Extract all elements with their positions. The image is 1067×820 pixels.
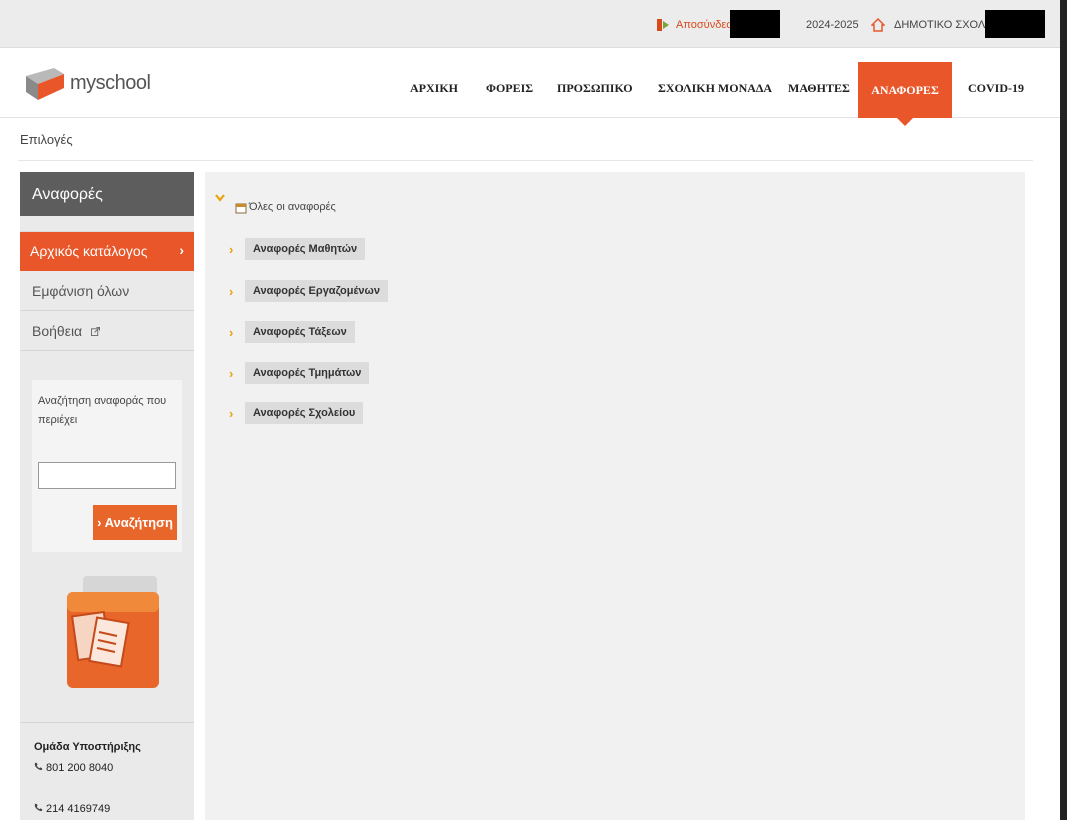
- search-panel: Αναζήτηση αναφοράς που περιέχει › Αναζήτ…: [32, 380, 182, 552]
- tree-item-school-reports[interactable]: › Αναφορές Σχολείου: [229, 400, 364, 426]
- logout-icon: [657, 19, 669, 31]
- redacted-username: [730, 10, 780, 38]
- chevron-right-icon: ›: [229, 324, 234, 340]
- search-input[interactable]: [38, 462, 176, 489]
- tree-item-label: Αναφορές Τάξεων: [245, 321, 355, 343]
- main-nav: myschool ΑΡΧΙΚΗ ΦΟΡΕΙΣ ΠΡΟΣΩΠΙΚΟ ΣΧΟΛΙΚΗ…: [0, 48, 1060, 126]
- redacted-school: [985, 10, 1045, 38]
- nav-agencies[interactable]: ΦΟΡΕΙΣ: [486, 81, 533, 96]
- tree-item-section-reports[interactable]: › Αναφορές Τμημάτων: [229, 360, 370, 386]
- tree-item-label: Αναφορές Τμημάτων: [245, 362, 370, 384]
- nav-school-unit[interactable]: ΣΧΟΛΙΚΗ ΜΟΝΑΔΑ: [658, 81, 772, 96]
- search-button[interactable]: › Αναζήτηση: [93, 505, 177, 540]
- phone-icon: [34, 803, 43, 812]
- external-link-icon: [91, 327, 101, 336]
- logout-link[interactable]: Αποσύνδεση: [656, 18, 739, 32]
- nav-staff[interactable]: ΠΡΟΣΩΠΙΚΟ: [557, 81, 633, 96]
- tree-item-student-reports[interactable]: › Αναφορές Μαθητών: [229, 236, 366, 262]
- tree-item-class-reports[interactable]: › Αναφορές Τάξεων: [229, 319, 355, 345]
- logo[interactable]: myschool: [24, 66, 151, 100]
- top-utility-bar: Αποσύνδεση 2024-2025 ΔΗΜΟΤΙΚΟ ΣΧΟΛΕΙΟ: [0, 0, 1060, 48]
- tree-item-label: Αναφορές Εργαζομένων: [245, 280, 388, 302]
- chevron-down-icon[interactable]: [215, 194, 225, 202]
- chevron-right-icon: ›: [179, 242, 184, 258]
- chevron-right-icon: ›: [229, 283, 234, 299]
- sidebar: Αναφορές Αρχικός κατάλογος › Εμφάνιση όλ…: [20, 172, 194, 820]
- divider: [18, 160, 1033, 161]
- logo-text: myschool: [70, 71, 151, 94]
- sidebar-item-main-catalog[interactable]: Αρχικός κατάλογος ›: [20, 231, 194, 271]
- nav-home[interactable]: ΑΡΧΙΚΗ: [410, 81, 458, 96]
- sidebar-item-label: Αρχικός κατάλογος: [30, 243, 148, 259]
- nav-students[interactable]: ΜΑΘΗΤΕΣ: [788, 81, 850, 96]
- phone-1-text: 801 200 8040: [46, 762, 114, 774]
- tree-item-label: Αναφορές Σχολείου: [245, 402, 364, 424]
- tree-item-employee-reports[interactable]: › Αναφορές Εργαζομένων: [229, 278, 388, 304]
- sidebar-title: Αναφορές: [20, 172, 194, 216]
- reports-tree-panel: Όλες οι αναφορές › Αναφορές Μαθητών › Αν…: [205, 172, 1025, 820]
- home-icon: [871, 18, 885, 32]
- phone-icon: [34, 762, 43, 771]
- chevron-right-icon: ›: [229, 405, 234, 421]
- window-edge: [1060, 0, 1067, 820]
- support-phone-1: 801 200 8040: [34, 762, 113, 774]
- tree-item-label: Αναφορές Μαθητών: [245, 238, 366, 260]
- myschool-logo-icon: [26, 68, 64, 100]
- chevron-right-icon: ›: [229, 365, 234, 381]
- nav-covid[interactable]: COVID-19: [968, 81, 1024, 96]
- calendar-icon: [235, 203, 247, 214]
- school-year[interactable]: 2024-2025: [806, 19, 859, 31]
- sidebar-item-label: Βοήθεια: [32, 323, 83, 339]
- sidebar-item-help[interactable]: Βοήθεια: [20, 311, 194, 351]
- support-phone-2: 214 4169749: [34, 803, 110, 815]
- search-label: Αναζήτηση αναφοράς που περιέχει: [38, 395, 167, 426]
- phone-2-text: 214 4169749: [46, 803, 111, 815]
- tree-root-all-reports[interactable]: Όλες οι αναφορές: [249, 201, 336, 213]
- sidebar-item-show-all[interactable]: Εμφάνιση όλων: [20, 271, 194, 311]
- options-breadcrumb: Επιλογές: [20, 132, 73, 147]
- support-title: Ομάδα Υποστήριξης: [34, 741, 141, 753]
- reports-folder-icon: [67, 576, 159, 688]
- chevron-right-icon: ›: [229, 241, 234, 257]
- support-section: Ομάδα Υποστήριξης 801 200 8040 214 41697…: [20, 722, 194, 820]
- nav-reports-active[interactable]: ΑΝΑΦΟΡΕΣ: [858, 62, 952, 126]
